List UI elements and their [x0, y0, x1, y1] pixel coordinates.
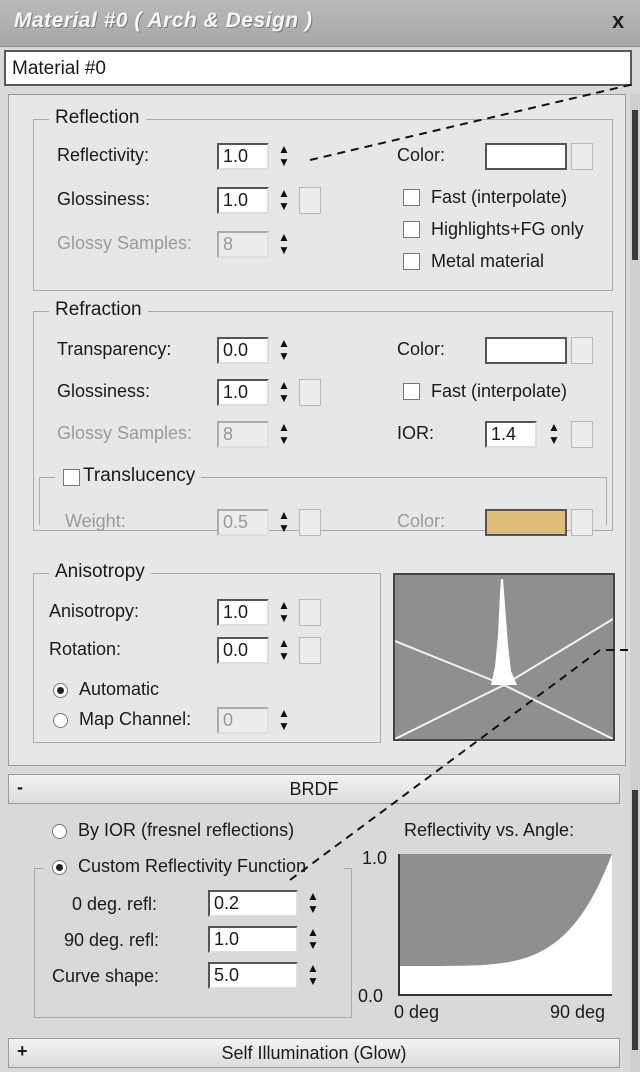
annotation-callouts [289, 83, 635, 881]
